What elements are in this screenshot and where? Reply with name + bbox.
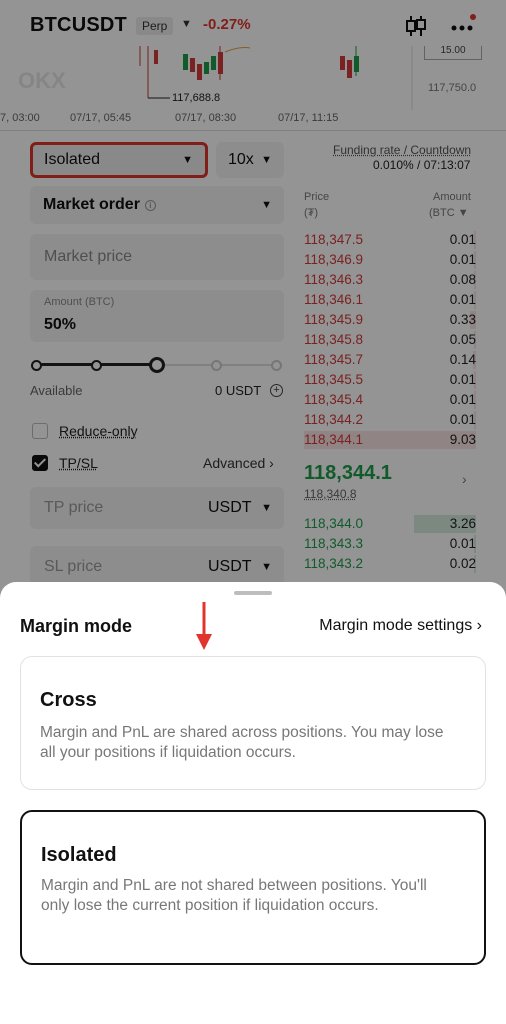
- chevron-right-icon: ›: [476, 617, 482, 634]
- option-title: Cross: [40, 689, 97, 711]
- sheet-title: Margin mode: [20, 616, 133, 636]
- red-arrow-annotation: [196, 602, 212, 650]
- sheet-grabber[interactable]: [234, 591, 272, 595]
- margin-mode-sheet: Margin mode Margin mode settings › Cross…: [0, 582, 506, 1024]
- option-cross[interactable]: Cross Margin and PnL are shared across p…: [20, 656, 486, 790]
- option-title: Isolated: [41, 844, 117, 866]
- margin-mode-settings-link[interactable]: Margin mode settings ›: [319, 617, 482, 635]
- margin-mode-settings-label: Margin mode settings: [319, 617, 473, 634]
- option-description: Margin and PnL are not shared between po…: [41, 877, 427, 914]
- option-isolated[interactable]: Isolated Margin and PnL are not shared b…: [20, 810, 486, 965]
- option-description: Margin and PnL are shared across positio…: [40, 724, 444, 761]
